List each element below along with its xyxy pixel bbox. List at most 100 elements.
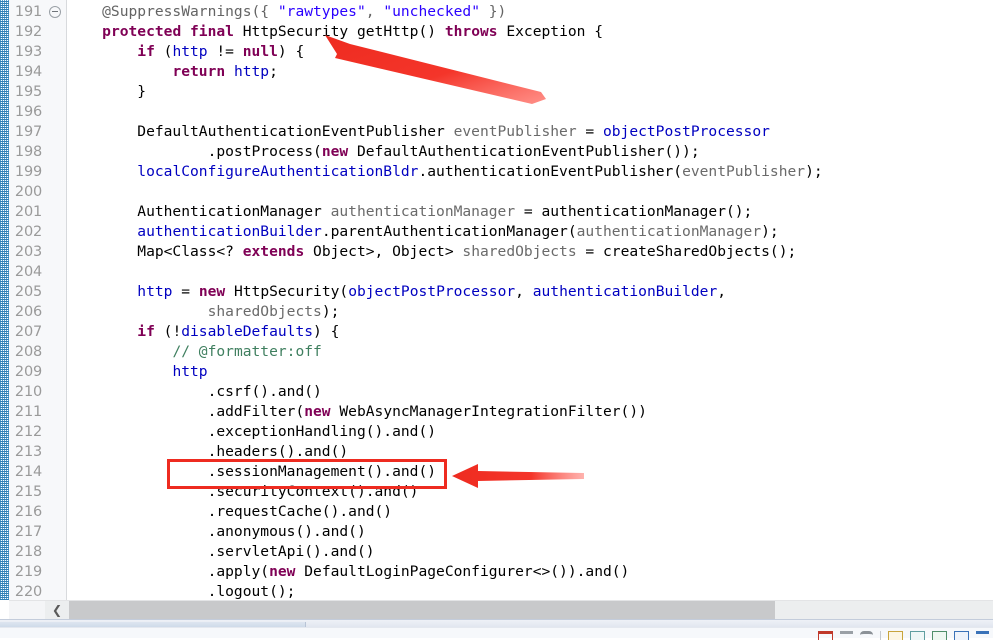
token-field: http [172, 43, 208, 60]
token-plain: Map<Class<? [67, 243, 243, 260]
token-field: http [172, 363, 208, 380]
code-line[interactable]: http = new HttpSecurity(objectPostProces… [67, 282, 726, 302]
token-plain: DefaultAuthenticationEventPublisher [67, 123, 454, 140]
line-number: 219 [14, 564, 42, 580]
line-number: 199 [14, 164, 42, 180]
new-file-icon[interactable] [888, 631, 903, 640]
code-line[interactable]: http [67, 362, 208, 382]
token-kw: extends [242, 243, 314, 260]
code-line[interactable]: Map<Class<? extends Object>, Object> sha… [67, 242, 796, 262]
token-plain: HttpSecurity getHttp() [242, 23, 445, 40]
token-kw: new [269, 563, 305, 580]
token-ann: , [365, 3, 384, 20]
token-ann: }) [479, 3, 507, 20]
token-plain: = createSharedObjects(); [576, 243, 797, 260]
code-line[interactable]: .apply(new DefaultLoginPageConfigurer<>(… [67, 562, 630, 582]
java-editor-window: 191 192 193 194 195 196 197 198 199 200 201 202 203 2… [0, 0, 993, 641]
line-number: 207 [14, 324, 42, 340]
token-kw: new [304, 403, 340, 420]
code-line[interactable]: .exceptionHandling().and() [67, 422, 436, 442]
token-field: http [233, 63, 270, 80]
horizontal-scrollbar[interactable]: ❮ [9, 600, 993, 619]
restore-icon[interactable] [976, 631, 989, 640]
line-number: 206 [14, 304, 42, 320]
token-plain: .apply( [67, 563, 270, 580]
scroll-left-chevron-left-icon[interactable]: ❮ [45, 601, 69, 619]
line-number: 216 [14, 504, 42, 520]
code-line[interactable]: .servletApi().and() [67, 542, 375, 562]
token-plain: , [515, 283, 533, 300]
code-line[interactable]: if (http != null) { [67, 42, 304, 62]
terminal-icon[interactable] [932, 631, 947, 640]
code-text-region[interactable]: @SuppressWarnings({ "rawtypes", "uncheck… [67, 0, 993, 600]
token-plain: (! [163, 323, 182, 340]
token-field: http [137, 283, 173, 300]
line-number: 193 [14, 44, 42, 60]
token-plain: .addFilter( [67, 403, 305, 420]
scrollbar-thumb[interactable] [69, 601, 775, 619]
code-line[interactable]: DefaultAuthenticationEventPublisher even… [67, 122, 770, 142]
token-plain: ); [761, 223, 779, 240]
code-line[interactable]: @SuppressWarnings({ "rawtypes", "uncheck… [67, 2, 506, 22]
token-local: sharedObjects [207, 303, 322, 320]
code-line[interactable]: // @formatter:off [67, 342, 322, 362]
token-field: disableDefaults [181, 323, 314, 340]
code-editing-area[interactable]: 191 192 193 194 195 196 197 198 199 200 201 202 203 2… [0, 0, 993, 600]
token-plain: HttpSecurity( [233, 283, 349, 300]
collapse-minus-icon[interactable] [49, 6, 61, 18]
scrollbar-track[interactable] [69, 601, 993, 619]
token-plain: WebAsyncManagerIntegrationFilter()) [339, 403, 647, 420]
token-kw: if [137, 43, 164, 60]
token-plain: DefaultLoginPageConfigurer<>()).and() [304, 563, 630, 580]
token-str: "unchecked" [383, 3, 480, 20]
stop-icon[interactable] [818, 631, 833, 640]
token-kw: new [198, 283, 234, 300]
token-plain: , [717, 283, 727, 300]
console-icon[interactable] [910, 631, 925, 640]
line-number: 200 [14, 184, 42, 200]
token-kw: return [172, 63, 234, 80]
token-plain: .postProcess( [67, 143, 322, 160]
code-line[interactable]: .requestCache().and() [67, 502, 393, 522]
minimize-icon[interactable] [860, 631, 873, 640]
code-line[interactable]: .logout(); [67, 582, 296, 600]
status-bar-icon-group[interactable] [818, 631, 989, 641]
token-local: eventPublisher [453, 123, 577, 140]
code-line[interactable]: if (!disableDefaults) { [67, 322, 339, 342]
line-number: 214 [14, 464, 42, 480]
code-line[interactable]: sharedObjects); [67, 302, 340, 322]
line-number: 211 [14, 404, 42, 420]
line-number: 192 [14, 24, 42, 40]
code-line[interactable]: authenticationBuilder.parentAuthenticati… [67, 222, 779, 242]
code-line[interactable]: protected final HttpSecurity getHttp() t… [67, 22, 603, 42]
line-number: 217 [14, 524, 42, 540]
link-icon[interactable] [840, 631, 853, 640]
line-number: 205 [14, 284, 42, 300]
token-plain: .authenticationEventPublisher( [418, 163, 683, 180]
separator [880, 631, 881, 640]
code-line[interactable]: localConfigureAuthenticationBldr.authent… [67, 162, 822, 182]
red-highlight-rectangle [167, 459, 447, 489]
code-line[interactable]: } [67, 82, 146, 102]
token-kw: new [321, 143, 357, 160]
line-number: 203 [14, 244, 42, 260]
code-line[interactable]: .addFilter(new WebAsyncManagerIntegratio… [67, 402, 647, 422]
status-bar [0, 627, 993, 641]
line-number: 196 [14, 104, 42, 120]
line-number-gutter[interactable]: 191 192 193 194 195 196 197 198 199 200 201 202 203 2… [9, 0, 67, 600]
token-kw: if [137, 323, 164, 340]
code-line[interactable]: AuthenticationManager authenticationMana… [67, 202, 752, 222]
token-cmt: // @formatter:off [172, 343, 322, 360]
token-field: authenticationBuilder [532, 283, 718, 300]
code-line[interactable]: .anonymous().and() [67, 522, 366, 542]
token-plain: = [576, 123, 603, 140]
token-plain: .csrf().and() [67, 383, 322, 400]
code-line[interactable]: .csrf().and() [67, 382, 322, 402]
code-line[interactable]: .postProcess(new DefaultAuthenticationEv… [67, 142, 700, 162]
code-line[interactable]: return http; [67, 62, 277, 82]
maximize-icon[interactable] [954, 631, 969, 640]
